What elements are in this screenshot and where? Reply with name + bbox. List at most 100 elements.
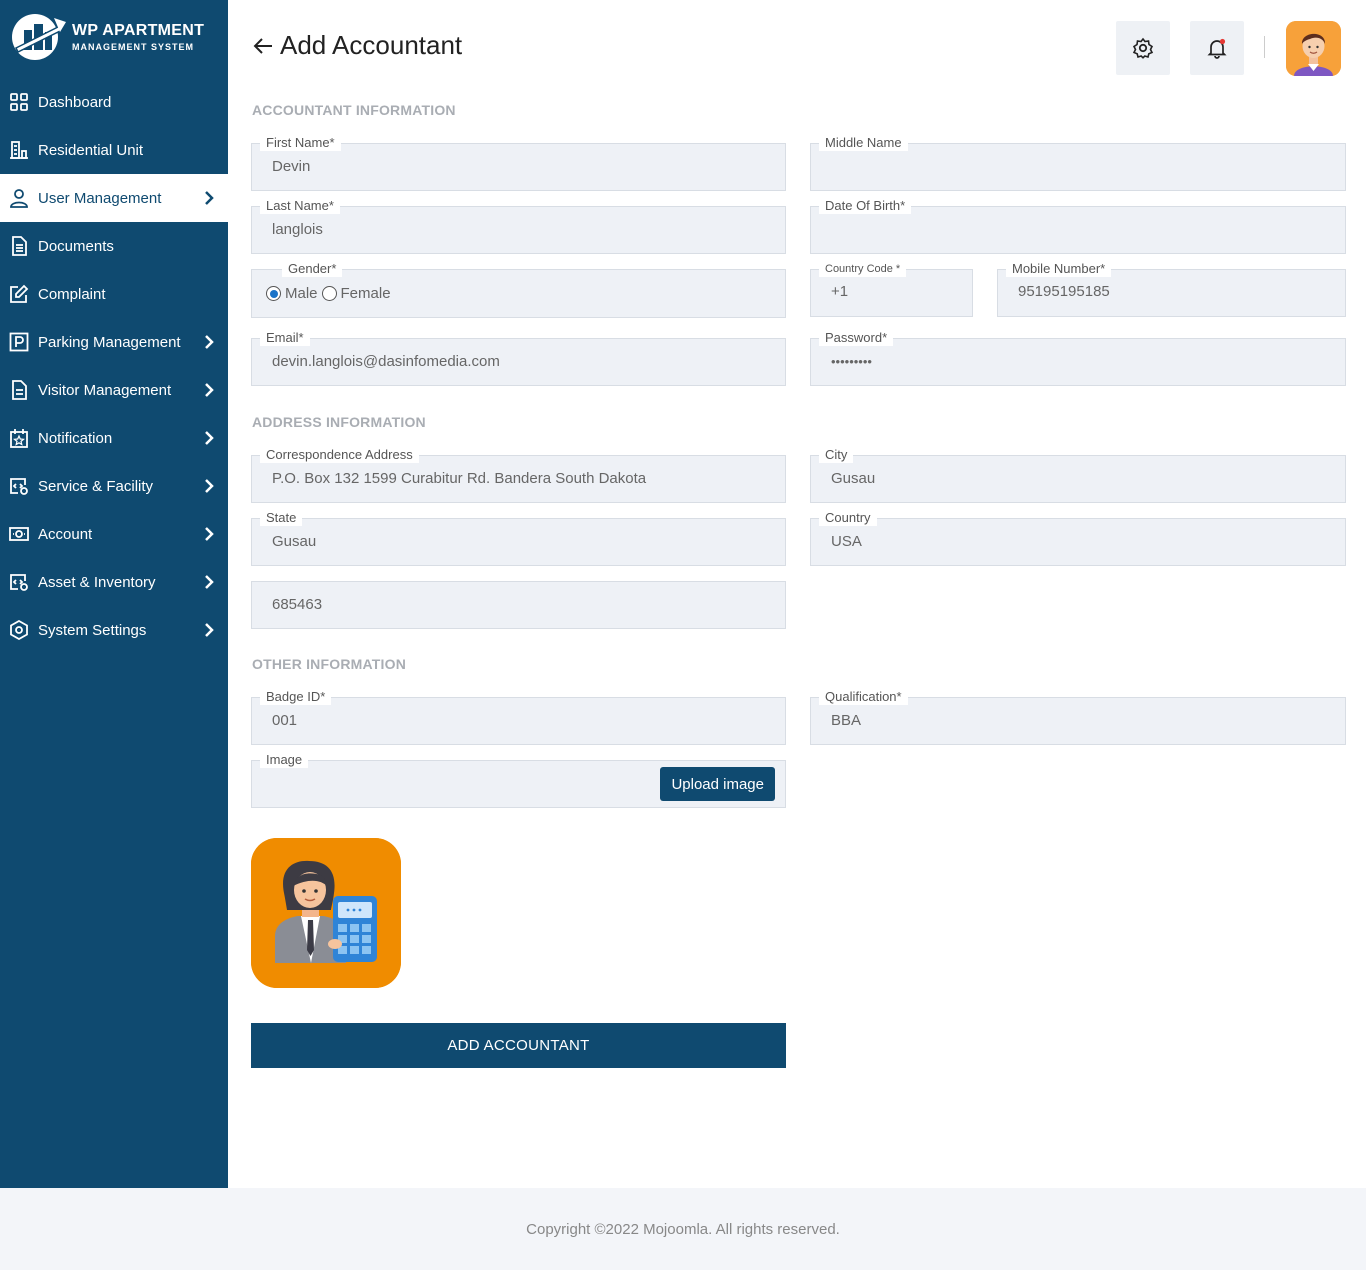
- document-icon: [8, 235, 30, 257]
- footer: Copyright ©2022 Mojoomla. All rights res…: [0, 1188, 1366, 1270]
- badge-id-field[interactable]: Badge ID* 001: [251, 689, 786, 745]
- zip-code-value[interactable]: 685463: [272, 596, 322, 613]
- email-value[interactable]: devin.langlois@dasinfomedia.com: [272, 353, 500, 370]
- gender-female-radio[interactable]: [321, 286, 337, 301]
- password-value[interactable]: •••••••••: [831, 354, 872, 369]
- notifications-button[interactable]: [1190, 21, 1244, 75]
- chevron-right-icon: [205, 191, 214, 205]
- section-accountant-information: ACCOUNTANT INFORMATION: [252, 102, 456, 118]
- mobile-number-value[interactable]: 95195195185: [1018, 283, 1110, 300]
- sidebar-item-label: Account: [38, 525, 93, 543]
- sidebar-item-label: Notification: [38, 429, 113, 447]
- gender-female-label[interactable]: Female: [341, 285, 391, 302]
- email-field[interactable]: Email* devin.langlois@dasinfomedia.com: [251, 330, 786, 386]
- image-preview: [251, 838, 401, 988]
- state-value[interactable]: Gusau: [272, 533, 316, 550]
- mobile-number-field[interactable]: Mobile Number* 95195195185: [997, 261, 1346, 317]
- first-name-field[interactable]: First Name* Devin: [251, 135, 786, 191]
- gender-male-radio[interactable]: [266, 286, 281, 301]
- first-name-value[interactable]: Devin: [272, 158, 310, 175]
- middle-name-field[interactable]: Middle Name: [810, 135, 1346, 191]
- back-arrow-icon[interactable]: [252, 35, 274, 57]
- state-label: State: [260, 510, 303, 526]
- logo-icon: [12, 14, 66, 60]
- logo-title: WP APARTMENT: [72, 22, 205, 39]
- gender-male-label[interactable]: Male: [285, 285, 318, 302]
- city-field[interactable]: City Gusau: [810, 447, 1346, 503]
- sidebar-item-user-management[interactable]: User Management: [0, 174, 228, 222]
- date-of-birth-field[interactable]: Date Of Birth*: [810, 198, 1346, 254]
- image-field: Image Upload image: [251, 752, 786, 808]
- chevron-right-icon: [205, 335, 214, 349]
- header-divider: [1264, 36, 1265, 58]
- service-icon: [8, 475, 30, 497]
- sidebar-item-asset-inventory[interactable]: Asset & Inventory: [0, 558, 228, 606]
- edit-icon: [8, 283, 30, 305]
- logo-subtitle: MANAGEMENT SYSTEM: [72, 42, 195, 52]
- last-name-value[interactable]: langlois: [272, 221, 323, 238]
- chevron-right-icon: [205, 623, 214, 637]
- parking-icon: [8, 331, 30, 353]
- sidebar-item-system-settings[interactable]: System Settings: [0, 606, 228, 654]
- app-logo[interactable]: WP APARTMENT MANAGEMENT SYSTEM: [10, 12, 204, 62]
- sidebar-item-residential-unit[interactable]: Residential Unit: [0, 126, 228, 174]
- password-field[interactable]: Password* •••••••••: [810, 330, 1346, 386]
- zip-code-field[interactable]: 685463: [251, 581, 786, 629]
- gear-icon: [1132, 37, 1154, 59]
- country-code-field[interactable]: Country Code * +1: [810, 261, 973, 317]
- badge-id-value[interactable]: 001: [272, 712, 297, 729]
- first-name-label: First Name*: [260, 135, 341, 151]
- qualification-label: Qualification*: [819, 689, 908, 705]
- correspondence-address-field[interactable]: Correspondence Address P.O. Box 132 1599…: [251, 447, 786, 503]
- building-icon: [8, 139, 30, 161]
- avatar[interactable]: [1286, 21, 1341, 76]
- mobile-number-label: Mobile Number*: [1006, 261, 1112, 277]
- sidebar-item-label: System Settings: [38, 621, 147, 639]
- country-code-label: Country Code *: [819, 261, 907, 277]
- chevron-right-icon: [205, 527, 214, 541]
- last-name-label: Last Name*: [260, 198, 340, 214]
- sidebar-item-label: Visitor Management: [38, 381, 172, 399]
- middle-name-label: Middle Name: [819, 135, 908, 151]
- state-field[interactable]: State Gusau: [251, 510, 786, 566]
- email-label: Email*: [260, 330, 310, 346]
- sidebar-item-visitor-management[interactable]: Visitor Management: [0, 366, 228, 414]
- image-label: Image: [260, 752, 309, 768]
- badge-id-label: Badge ID*: [260, 689, 332, 705]
- sidebar-item-complaint[interactable]: Complaint: [0, 270, 228, 318]
- sidebar-item-account[interactable]: Account: [0, 510, 228, 558]
- sidebar-item-dashboard[interactable]: Dashboard: [0, 78, 228, 126]
- section-address-information: ADDRESS INFORMATION: [252, 414, 426, 430]
- sidebar-item-label: Dashboard: [38, 93, 112, 111]
- qualification-value[interactable]: BBA: [831, 712, 861, 729]
- sidebar-item-service-facility[interactable]: Service & Facility: [0, 462, 228, 510]
- chevron-right-icon: [205, 479, 214, 493]
- correspondence-address-label: Correspondence Address: [260, 447, 419, 463]
- country-field[interactable]: Country USA: [810, 510, 1346, 566]
- clipboard-icon: [8, 379, 30, 401]
- sidebar-item-label: Asset & Inventory: [38, 573, 156, 591]
- sidebar-item-label: User Management: [38, 189, 162, 207]
- sidebar-item-label: Complaint: [38, 285, 106, 303]
- page-title: Add Accountant: [280, 30, 463, 60]
- copyright-text: Copyright ©2022 Mojoomla. All rights res…: [526, 1220, 840, 1238]
- city-value[interactable]: Gusau: [831, 470, 875, 487]
- last-name-field[interactable]: Last Name* langlois: [251, 198, 786, 254]
- settings-button[interactable]: [1116, 21, 1170, 75]
- money-icon: [8, 523, 30, 545]
- date-of-birth-label: Date Of Birth*: [819, 198, 912, 214]
- qualification-field[interactable]: Qualification* BBA: [810, 689, 1346, 745]
- country-code-value[interactable]: +1: [831, 283, 848, 300]
- main-content: Add Accountant ACCOUNTANT INFORMATION Fi…: [228, 0, 1366, 1188]
- sidebar-item-documents[interactable]: Documents: [0, 222, 228, 270]
- asset-icon: [8, 571, 30, 593]
- sidebar-item-notification[interactable]: Notification: [0, 414, 228, 462]
- add-accountant-button[interactable]: ADD ACCOUNTANT: [251, 1023, 786, 1068]
- country-value[interactable]: USA: [831, 533, 862, 550]
- sidebar-item-label: Parking Management: [38, 333, 181, 351]
- user-icon: [8, 187, 30, 209]
- sidebar-item-parking-management[interactable]: Parking Management: [0, 318, 228, 366]
- sidebar: WP APARTMENT MANAGEMENT SYSTEM Dashboard…: [0, 0, 228, 1188]
- correspondence-address-value[interactable]: P.O. Box 132 1599 Curabitur Rd. Bandera …: [272, 470, 646, 487]
- upload-image-button[interactable]: Upload image: [660, 767, 775, 801]
